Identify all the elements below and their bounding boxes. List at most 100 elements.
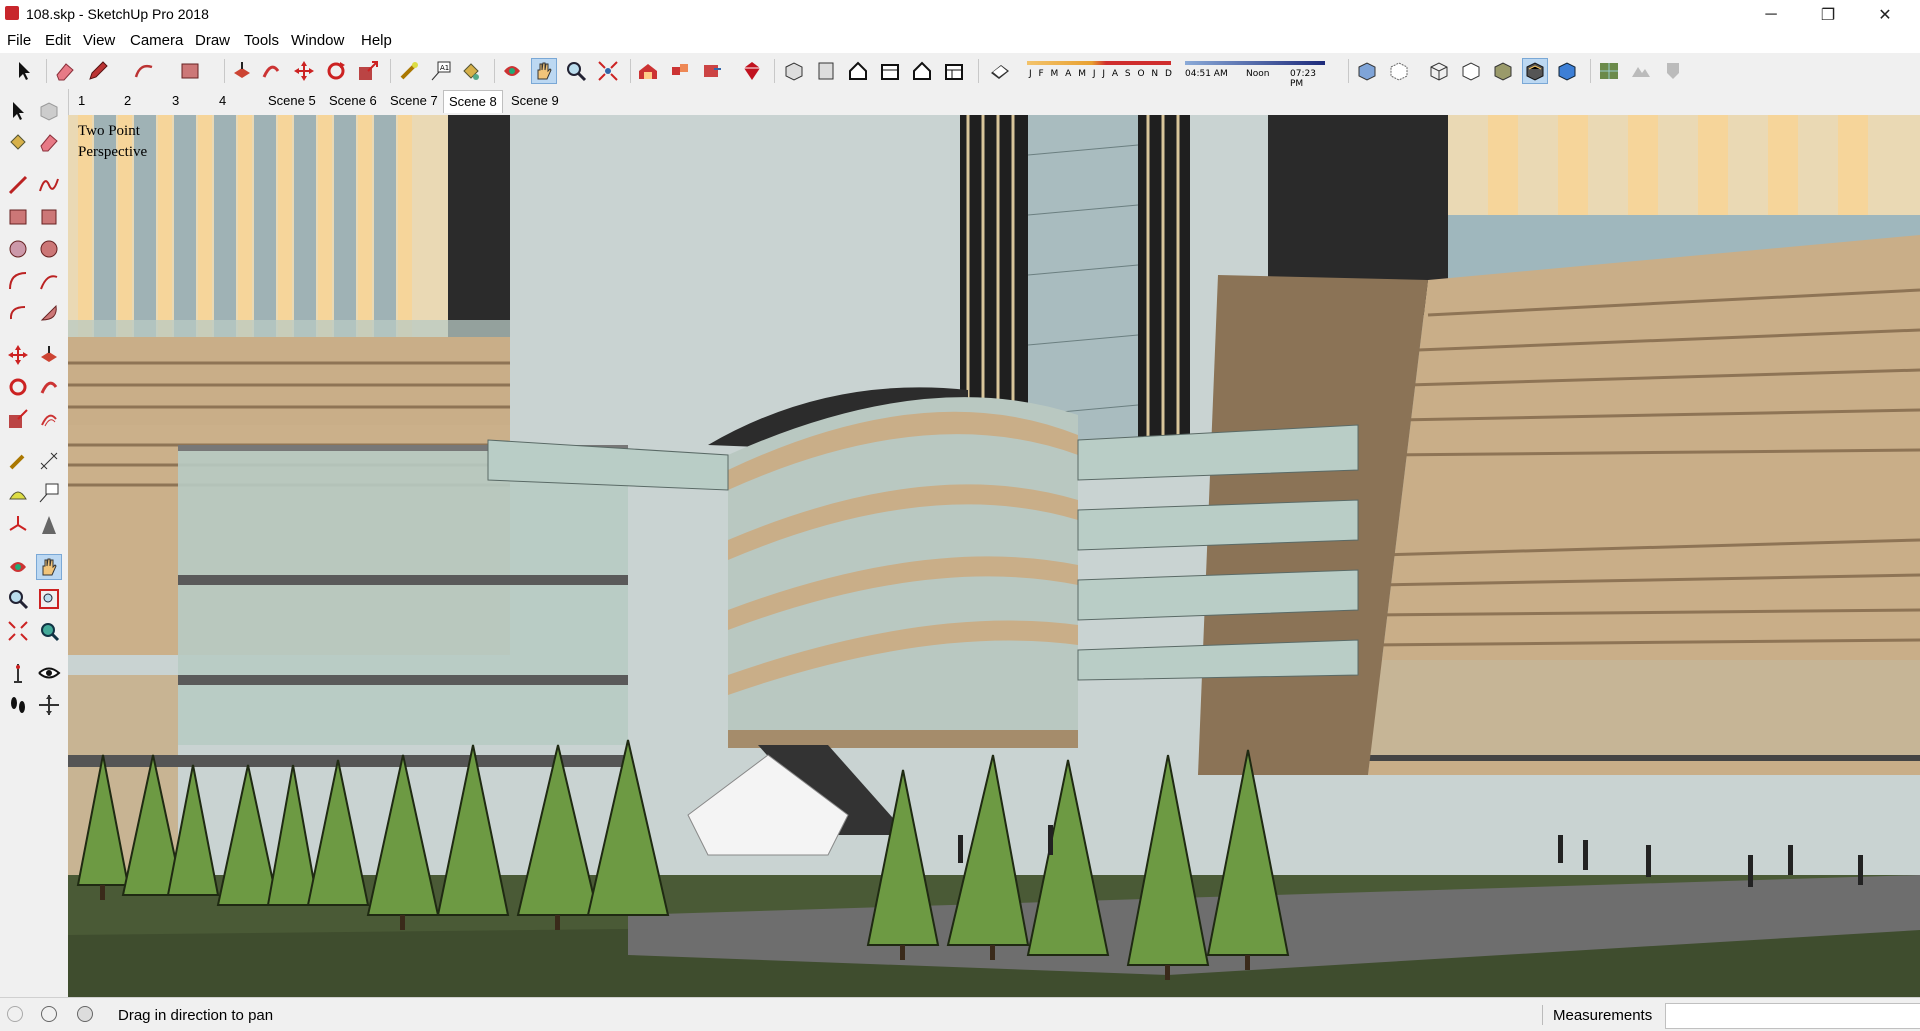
scale-tool-icon[interactable] [6, 407, 30, 431]
follow-me-tool-icon[interactable] [37, 375, 61, 399]
zoom-extents-icon[interactable] [596, 59, 620, 83]
scene-tab-1[interactable]: 1 [76, 93, 87, 108]
extension-warehouse-icon[interactable] [740, 59, 764, 83]
model-viewport[interactable]: Two Point Perspective [68, 115, 1920, 997]
components-icon[interactable] [668, 59, 692, 83]
two-point-arc-icon[interactable] [37, 269, 61, 293]
menu-edit[interactable]: Edit [45, 32, 71, 49]
left-view-icon[interactable] [942, 59, 966, 83]
text-tool-icon[interactable]: A1 [429, 59, 453, 83]
close-icon[interactable]: ✕ [1862, 0, 1908, 29]
right-view-icon[interactable] [878, 59, 902, 83]
orbit-icon[interactable] [500, 59, 524, 83]
scene-tab-4[interactable]: 4 [217, 93, 228, 108]
menu-draw[interactable]: Draw [195, 32, 230, 49]
menu-tools[interactable]: Tools [244, 32, 279, 49]
back-view-icon[interactable] [910, 59, 934, 83]
rectangle-icon[interactable] [178, 59, 202, 83]
zoom-tool-icon[interactable] [6, 587, 30, 611]
offset-tool-icon[interactable] [37, 407, 61, 431]
previous-view-icon[interactable] [37, 619, 61, 643]
scene-tab-9[interactable]: Scene 9 [509, 93, 561, 108]
hidden-line-icon[interactable] [1459, 59, 1483, 83]
menu-help[interactable]: Help [361, 32, 392, 49]
tape-measure-icon[interactable] [397, 59, 421, 83]
shaded-textures-icon[interactable] [1522, 58, 1548, 84]
credits-info-icon[interactable] [41, 1006, 57, 1022]
shadow-time-slider[interactable]: 04:51 AM Noon 07:23 PM [1183, 59, 1328, 89]
shadows-toggle-icon[interactable] [988, 59, 1012, 83]
add-location-icon[interactable] [1597, 59, 1621, 83]
menu-camera[interactable]: Camera [130, 32, 183, 49]
photo-texture-icon[interactable] [1661, 59, 1685, 83]
user-account-icon[interactable] [77, 1006, 93, 1022]
axes-tool-icon[interactable] [6, 513, 30, 537]
circle-tool-icon[interactable] [6, 237, 30, 261]
polygon-tool-icon[interactable] [37, 237, 61, 261]
line-pencil-icon[interactable] [86, 59, 110, 83]
protractor-tool-icon[interactable] [6, 481, 30, 505]
text-label-icon[interactable] [37, 481, 61, 505]
follow-me-icon[interactable] [259, 59, 283, 83]
xray-style-icon[interactable] [1355, 59, 1379, 83]
scene-tab-6[interactable]: Scene 6 [327, 93, 379, 108]
make-component-icon[interactable] [37, 99, 61, 123]
share-model-icon[interactable] [700, 59, 724, 83]
rotate-tool-icon[interactable] [6, 375, 30, 399]
back-edges-icon[interactable] [1387, 59, 1411, 83]
scene-tab-8[interactable]: Scene 8 [443, 90, 503, 113]
select-arrow-icon[interactable] [12, 59, 36, 83]
menu-view[interactable]: View [83, 32, 115, 49]
three-point-arc-icon[interactable] [6, 301, 30, 325]
paint-tool-icon[interactable] [6, 130, 30, 154]
pie-tool-icon[interactable] [37, 301, 61, 325]
3d-text-icon[interactable] [37, 513, 61, 537]
select-tool-icon[interactable] [6, 99, 30, 123]
pan-hand-icon[interactable] [531, 58, 557, 84]
look-around-eye-icon[interactable] [37, 661, 61, 685]
scene-tab-7[interactable]: Scene 7 [388, 93, 440, 108]
shadow-date-slider[interactable]: J F M A M J J A S O N D [1025, 59, 1175, 83]
scene-tab-2[interactable]: 2 [122, 93, 133, 108]
scene-tab-5[interactable]: Scene 5 [266, 93, 318, 108]
menu-window[interactable]: Window [291, 32, 344, 49]
tape-measure-tool-icon[interactable] [6, 449, 30, 473]
orbit-tool-icon[interactable] [6, 555, 30, 579]
walk-footprints-icon[interactable] [6, 693, 30, 717]
section-plane-icon[interactable] [37, 693, 61, 717]
scene-tab-3[interactable]: 3 [170, 93, 181, 108]
menu-file[interactable]: File [7, 32, 31, 49]
move-icon[interactable] [292, 59, 316, 83]
iso-view-icon[interactable] [782, 59, 806, 83]
eraser-tool-icon[interactable] [37, 130, 61, 154]
monochrome-icon[interactable] [1555, 59, 1579, 83]
wireframe-icon[interactable] [1427, 59, 1451, 83]
pan-tool-icon[interactable] [36, 554, 62, 580]
shaded-icon[interactable] [1491, 59, 1515, 83]
push-pull-icon[interactable] [230, 59, 254, 83]
move-tool-icon[interactable] [6, 343, 30, 367]
geo-location-icon[interactable] [7, 1006, 23, 1022]
top-view-icon[interactable] [814, 59, 838, 83]
minimize-icon[interactable]: ─ [1748, 0, 1794, 29]
rotate-icon[interactable] [324, 59, 348, 83]
arc-tool-icon[interactable] [6, 269, 30, 293]
zoom-extents-tool-icon[interactable] [6, 619, 30, 643]
eraser-icon[interactable] [53, 59, 77, 83]
rectangle-tool-icon[interactable] [6, 205, 30, 229]
zoom-window-icon[interactable] [37, 587, 61, 611]
dimension-tool-icon[interactable] [37, 449, 61, 473]
freehand-icon[interactable] [37, 173, 61, 197]
scale-icon[interactable] [356, 59, 380, 83]
paint-bucket-icon[interactable] [459, 59, 483, 83]
measurements-input[interactable] [1665, 1003, 1920, 1029]
front-view-icon[interactable] [846, 59, 870, 83]
warehouse-icon[interactable] [636, 59, 660, 83]
arc-icon[interactable] [132, 59, 156, 83]
zoom-icon[interactable] [564, 59, 588, 83]
restore-icon[interactable]: ❐ [1805, 0, 1851, 29]
line-tool-icon[interactable] [6, 173, 30, 197]
toggle-terrain-icon[interactable] [1629, 59, 1653, 83]
position-camera-icon[interactable] [6, 661, 30, 685]
push-pull-tool-icon[interactable] [37, 343, 61, 367]
